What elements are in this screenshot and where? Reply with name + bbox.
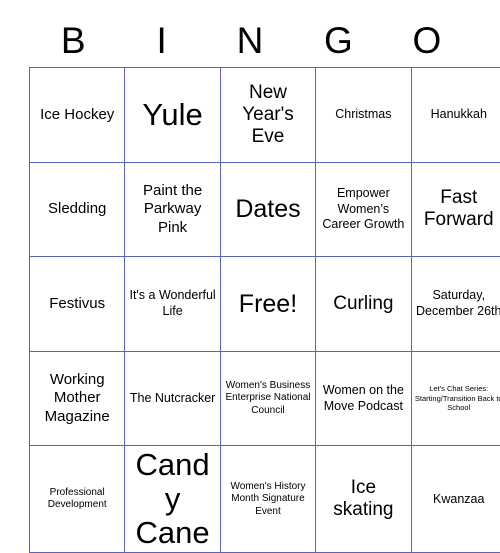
bingo-header-letter-o: O — [383, 21, 471, 61]
bingo-card: B I N G O Ice Hockey Yule New Year's Eve… — [0, 0, 500, 544]
bingo-grid: Ice Hockey Yule New Year's Eve Christmas… — [29, 67, 500, 553]
bingo-header-letter-g: G — [294, 21, 382, 61]
bingo-cell[interactable]: Ice Hockey — [30, 68, 125, 163]
bingo-cell[interactable]: Empower Women’s Career Growth — [316, 162, 411, 257]
bingo-header-letter-i: I — [117, 21, 205, 61]
bingo-row: Sledding Paint the Parkway Pink Dates Em… — [30, 162, 500, 257]
bingo-cell[interactable]: Dates — [220, 162, 315, 257]
bingo-cell[interactable]: Saturday, December 26th — [411, 257, 500, 352]
bingo-cell[interactable]: Women's History Month Signature Event — [220, 446, 315, 553]
bingo-cell[interactable]: Curling — [316, 257, 411, 352]
bingo-cell[interactable]: Let's Chat Series: Starting/Transition B… — [411, 351, 500, 446]
bingo-cell[interactable]: Candy Cane — [125, 446, 220, 553]
bingo-grid-wrapper: Ice Hockey Yule New Year's Eve Christmas… — [29, 67, 471, 553]
bingo-cell[interactable]: Christmas — [316, 68, 411, 163]
bingo-row: Working Mother Magazine The Nutcracker W… — [30, 351, 500, 446]
bingo-row: Professional Development Candy Cane Wome… — [30, 446, 500, 553]
bingo-cell[interactable]: Paint the Parkway Pink — [125, 162, 220, 257]
bingo-cell[interactable]: It's a Wonderful Life — [125, 257, 220, 352]
bingo-row: Festivus It's a Wonderful Life Free! Cur… — [30, 257, 500, 352]
bingo-cell[interactable]: New Year's Eve — [220, 68, 315, 163]
bingo-cell[interactable]: Festivus — [30, 257, 125, 352]
bingo-cell[interactable]: Yule — [125, 68, 220, 163]
bingo-cell[interactable]: Hanukkah — [411, 68, 500, 163]
bingo-cell[interactable]: Kwanzaa — [411, 446, 500, 553]
bingo-cell[interactable]: Fast Forward — [411, 162, 500, 257]
bingo-cell[interactable]: Professional Development — [30, 446, 125, 553]
bingo-header: B I N G O — [29, 0, 471, 61]
bingo-header-letter-n: N — [206, 21, 294, 61]
bingo-header-letter-b: B — [29, 21, 117, 61]
bingo-cell[interactable]: The Nutcracker — [125, 351, 220, 446]
bingo-row: Ice Hockey Yule New Year's Eve Christmas… — [30, 68, 500, 163]
bingo-cell[interactable]: Working Mother Magazine — [30, 351, 125, 446]
bingo-cell[interactable]: Ice skating — [316, 446, 411, 553]
bingo-cell[interactable]: Sledding — [30, 162, 125, 257]
bingo-cell[interactable]: Women on the Move Podcast — [316, 351, 411, 446]
bingo-cell-free[interactable]: Free! — [220, 257, 315, 352]
bingo-cell[interactable]: Women's Business Enterprise National Cou… — [220, 351, 315, 446]
